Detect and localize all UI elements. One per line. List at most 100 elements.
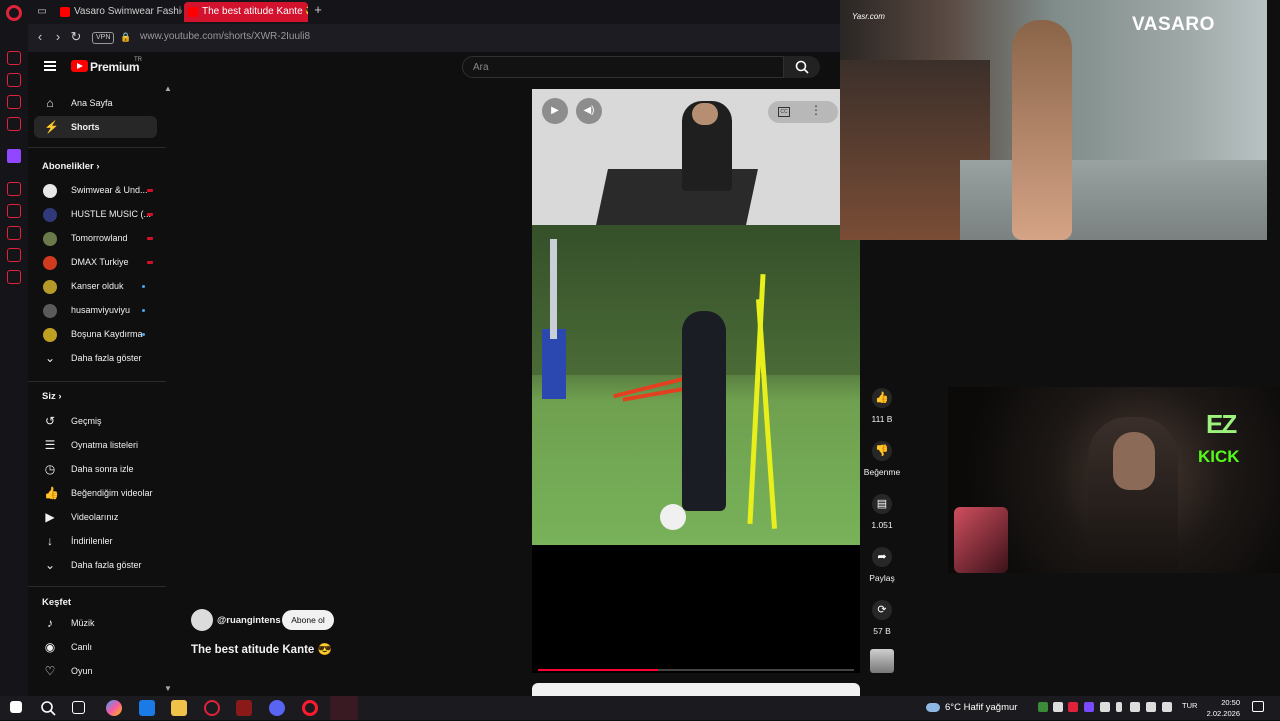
settings-icon[interactable] [7,270,21,284]
comments-button[interactable]: ▤ 1.051 [862,494,902,530]
tray-app-icon[interactable] [1130,702,1140,712]
scroll-down-icon[interactable]: ▼ [164,684,172,693]
voice-app-icon[interactable] [236,700,252,716]
sidebar-item[interactable]: 👍 Beğendiğim videolar [34,482,157,504]
menu-icon[interactable] [44,61,56,71]
tray-app-icon[interactable] [1068,702,1078,712]
sidebar-item[interactable]: ↓ İndirilenler [34,530,157,552]
outlook-icon[interactable] [139,700,155,716]
sidebar-item[interactable]: ◉ Canlı [34,636,157,658]
copilot-icon[interactable] [106,700,122,716]
discord-icon[interactable] [269,700,285,716]
opera-logo-icon[interactable] [6,5,22,21]
short-video-player[interactable]: ▶ ◀) CC ⋮ [532,89,860,545]
sidebar-item[interactable]: ◷ Daha sonra izle [34,458,157,480]
file-explorer-icon[interactable] [171,700,187,716]
like-button[interactable]: 👍 111 B [862,388,902,424]
gaming-chair [954,507,1008,573]
task-view-icon[interactable] [72,701,85,714]
aria-icon[interactable] [7,51,21,65]
weather-widget[interactable]: 6°C Hafif yağmur [926,700,1017,716]
sidebar-item-label: Geçmiş [71,416,102,426]
tray-app-icon[interactable] [1053,702,1063,712]
bookmarks-icon[interactable] [7,204,21,218]
subscription-item[interactable]: husamviyuviyu [34,299,157,321]
player-figure [682,311,726,511]
subscription-item[interactable]: Swimwear & Und... [34,179,157,201]
tray-app-icon[interactable] [1100,702,1110,712]
next-short-card[interactable] [532,683,860,696]
subscription-item[interactable]: Boşuna Kaydırma [34,323,157,345]
sidebar-item[interactable]: ⚡ Shorts [34,116,157,138]
opera-gx-taskbar-icon[interactable] [204,700,220,716]
volume-tray-icon[interactable] [1162,702,1172,712]
sidebar-item-label: Shorts [71,122,100,132]
share-button[interactable]: ➦ Paylaş [862,547,902,583]
reload-icon[interactable]: ↻ [68,29,84,45]
history-sidebar-icon[interactable] [7,226,21,240]
you-title[interactable]: Siz › [42,391,62,402]
messenger-icon[interactable] [7,95,21,109]
tab-kante[interactable]: The best atitude Kante 😎 [184,2,308,22]
channel-name[interactable]: @ruangintens [217,615,281,626]
sidebar-item[interactable]: ☰ Oynatma listeleri [34,434,157,456]
back-icon[interactable]: ‹ [32,29,48,45]
network-icon[interactable] [1146,702,1156,712]
scroll-up-icon[interactable]: ▲ [164,84,172,93]
volume-icon[interactable]: ◀) [576,98,602,124]
tray-app-icon[interactable] [1084,702,1094,712]
sidebar-item[interactable]: ⌄ Daha fazla göster [34,347,157,369]
sidebar-item[interactable]: ⌄ Daha fazla göster [34,554,157,576]
notification-icon[interactable] [1252,701,1264,712]
sidebar-item[interactable]: ▶ Videolarınız [34,506,157,528]
divider [28,586,166,587]
opera-gx-active-icon[interactable] [330,696,358,720]
progress-fill [538,669,659,671]
country-code: TR [134,57,142,63]
sidebar-item-label: Oynatma listeleri [71,440,139,450]
dislike-button[interactable]: 👎 Beğenme [862,441,902,477]
url-field[interactable]: www.youtube.com/shorts/XWR-2Iuuli8 [140,31,310,42]
progress-bar[interactable] [538,669,854,671]
youtube-brand[interactable]: Premium [90,60,140,74]
sidebar-item[interactable]: ♪ Müzik [34,612,157,634]
subscription-item[interactable]: Kanser olduk [34,275,157,297]
search-taskbar-icon[interactable] [40,700,56,716]
captions-icon[interactable]: CC [778,107,790,117]
twitch-icon[interactable] [7,149,21,163]
sidebar-item[interactable]: ⌂ Ana Sayfa [34,92,157,114]
instagram-icon[interactable] [7,117,21,131]
subscriptions-title[interactable]: Abonelikler › [42,161,100,172]
youtube-logo-icon[interactable] [71,60,88,72]
lock-icon[interactable]: 🔒 [118,29,134,45]
microphone-icon[interactable] [1116,702,1122,712]
clock[interactable]: 20:50 2.02.2026 [1206,697,1240,719]
downloads-sidebar-icon[interactable] [7,248,21,262]
search-input[interactable]: Ara [462,56,784,78]
tray-app-icon[interactable] [1038,702,1048,712]
sidebar-item[interactable]: ♡ Oyun [34,660,157,682]
opera-taskbar-icon[interactable] [302,700,318,716]
subscription-item[interactable]: DMAX Turkiye [34,251,157,273]
tab-vasaro[interactable]: Vasaro Swimwear Fashion [56,2,182,22]
new-tab-button[interactable]: + [310,2,326,18]
more-options-icon[interactable]: ⋮ [810,103,822,117]
forward-icon[interactable]: › [50,29,66,45]
vpn-badge[interactable]: VPN [92,32,115,44]
player-icon[interactable] [7,182,21,196]
windows-start-icon[interactable] [10,701,22,713]
subscription-item[interactable]: HUSTLE MUSIC (... [34,203,157,225]
like-label: 111 B [871,414,893,424]
avatar[interactable] [191,609,213,631]
tab-menu-icon[interactable]: ▭ [34,4,50,20]
subscription-item[interactable]: Tomorrowland [34,227,157,249]
sound-thumbnail[interactable] [870,649,894,673]
runway-model [1012,20,1072,240]
remix-button[interactable]: ⟳ 57 B [862,600,902,636]
subscribe-button[interactable]: Abone ol [282,610,334,630]
workspace-icon[interactable] [7,73,21,87]
search-button[interactable] [784,56,820,78]
input-language[interactable]: TUR [1182,701,1197,710]
sidebar-item[interactable]: ↺ Geçmiş [34,410,157,432]
play-button[interactable]: ▶ [542,98,568,124]
